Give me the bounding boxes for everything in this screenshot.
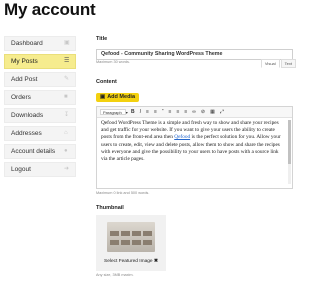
content-editor: Paragraph ▾ B I ≡ ≡ “ ≡ ≡ ≡ ∞ ⊘ ▦ ⤢ Qefo… bbox=[96, 106, 293, 189]
blockquote-icon[interactable]: “ bbox=[162, 109, 164, 115]
user-icon: ● bbox=[64, 148, 68, 154]
chevron-down-icon: ▾ bbox=[125, 109, 128, 115]
sidebar-item-label: Account details bbox=[11, 148, 56, 155]
sidebar-item-label: Dashboard bbox=[11, 40, 43, 47]
thumbnail-hint: Any size, 3MB maxim. bbox=[96, 273, 134, 277]
featured-image-preview bbox=[107, 222, 155, 252]
align-right-icon[interactable]: ≡ bbox=[184, 109, 187, 115]
scrollbar-thumb[interactable] bbox=[288, 120, 291, 164]
fullscreen-icon[interactable]: ⤢ bbox=[220, 109, 224, 115]
list-icon: ☰ bbox=[64, 58, 70, 64]
sidebar-item-add-post[interactable]: Add Post ✎ bbox=[4, 72, 76, 87]
content-link[interactable]: Qefood bbox=[174, 134, 190, 140]
logout-icon: ➜ bbox=[64, 166, 70, 172]
tab-visual[interactable]: Visual bbox=[260, 59, 280, 68]
numbered-list-icon[interactable]: ≡ bbox=[154, 109, 157, 115]
close-icon[interactable]: ✖ bbox=[154, 259, 158, 264]
sidebar-item-my-posts[interactable]: My Posts ☰ bbox=[4, 54, 76, 69]
select-image-label: Select Featured Image bbox=[104, 259, 153, 264]
unlink-icon[interactable]: ⊘ bbox=[201, 109, 205, 115]
sidebar-item-label: Add Post bbox=[11, 76, 38, 83]
paragraph-select[interactable]: Paragraph ▾ bbox=[100, 109, 128, 115]
sidebar-item-label: Addresses bbox=[11, 130, 42, 137]
cart-icon: ■ bbox=[64, 94, 68, 100]
toolbar-toggle-icon[interactable]: ▦ bbox=[210, 109, 215, 115]
tab-text[interactable]: Text bbox=[280, 59, 296, 68]
sidebar-item-label: Downloads bbox=[11, 112, 44, 119]
paragraph-select-label: Paragraph bbox=[103, 109, 122, 115]
title-input[interactable] bbox=[96, 48, 293, 60]
link-icon[interactable]: ∞ bbox=[192, 109, 196, 115]
account-sidebar: Dashboard ▣ My Posts ☰ Add Post ✎ Orders… bbox=[4, 36, 76, 180]
editor-toolbar: Paragraph ▾ B I ≡ ≡ “ ≡ ≡ ≡ ∞ ⊘ ▦ ⤢ bbox=[97, 107, 292, 118]
featured-image-picker[interactable]: Select Featured Image ✖ bbox=[96, 215, 166, 271]
sidebar-item-logout[interactable]: Logout ➜ bbox=[4, 162, 76, 177]
sidebar-item-label: Orders bbox=[11, 94, 31, 101]
title-label: Title bbox=[96, 36, 108, 42]
sidebar-item-label: My Posts bbox=[11, 58, 38, 65]
sidebar-item-account-details[interactable]: Account details ● bbox=[4, 144, 76, 159]
download-icon: ↧ bbox=[64, 112, 70, 118]
sidebar-item-downloads[interactable]: Downloads ↧ bbox=[4, 108, 76, 123]
editor-tabs: Visual Text bbox=[260, 59, 296, 68]
edit-icon: ✎ bbox=[64, 76, 70, 82]
sidebar-item-label: Logout bbox=[11, 166, 31, 173]
italic-icon[interactable]: I bbox=[140, 109, 141, 115]
dashboard-icon: ▣ bbox=[64, 40, 70, 46]
add-media-label: Add Media bbox=[107, 94, 136, 100]
thumbnail-label: Thumbnail bbox=[96, 205, 124, 211]
editor-scrollbar[interactable] bbox=[288, 120, 291, 184]
content-textarea[interactable]: Qefood WordPress Theme is a simple and f… bbox=[97, 118, 292, 188]
media-icon: ▣ bbox=[100, 94, 106, 100]
align-left-icon[interactable]: ≡ bbox=[169, 109, 172, 115]
bullet-list-icon[interactable]: ≡ bbox=[146, 109, 149, 115]
sidebar-item-dashboard[interactable]: Dashboard ▣ bbox=[4, 36, 76, 51]
align-center-icon[interactable]: ≡ bbox=[176, 109, 179, 115]
sidebar-item-addresses[interactable]: Addresses ⌂ bbox=[4, 126, 76, 141]
select-featured-image-button[interactable]: Select Featured Image ✖ bbox=[96, 259, 166, 264]
bold-icon[interactable]: B bbox=[131, 109, 135, 115]
sidebar-item-orders[interactable]: Orders ■ bbox=[4, 90, 76, 105]
page-title: My account bbox=[4, 0, 96, 19]
add-media-button[interactable]: ▣ Add Media bbox=[96, 92, 140, 102]
content-label: Content bbox=[96, 79, 117, 85]
post-edit-form: Title Maximum 30 words. Content ▣ Add Me… bbox=[96, 36, 296, 277]
home-icon: ⌂ bbox=[64, 130, 68, 136]
content-hint: Maximum 0 link and 500 words. bbox=[96, 191, 150, 195]
